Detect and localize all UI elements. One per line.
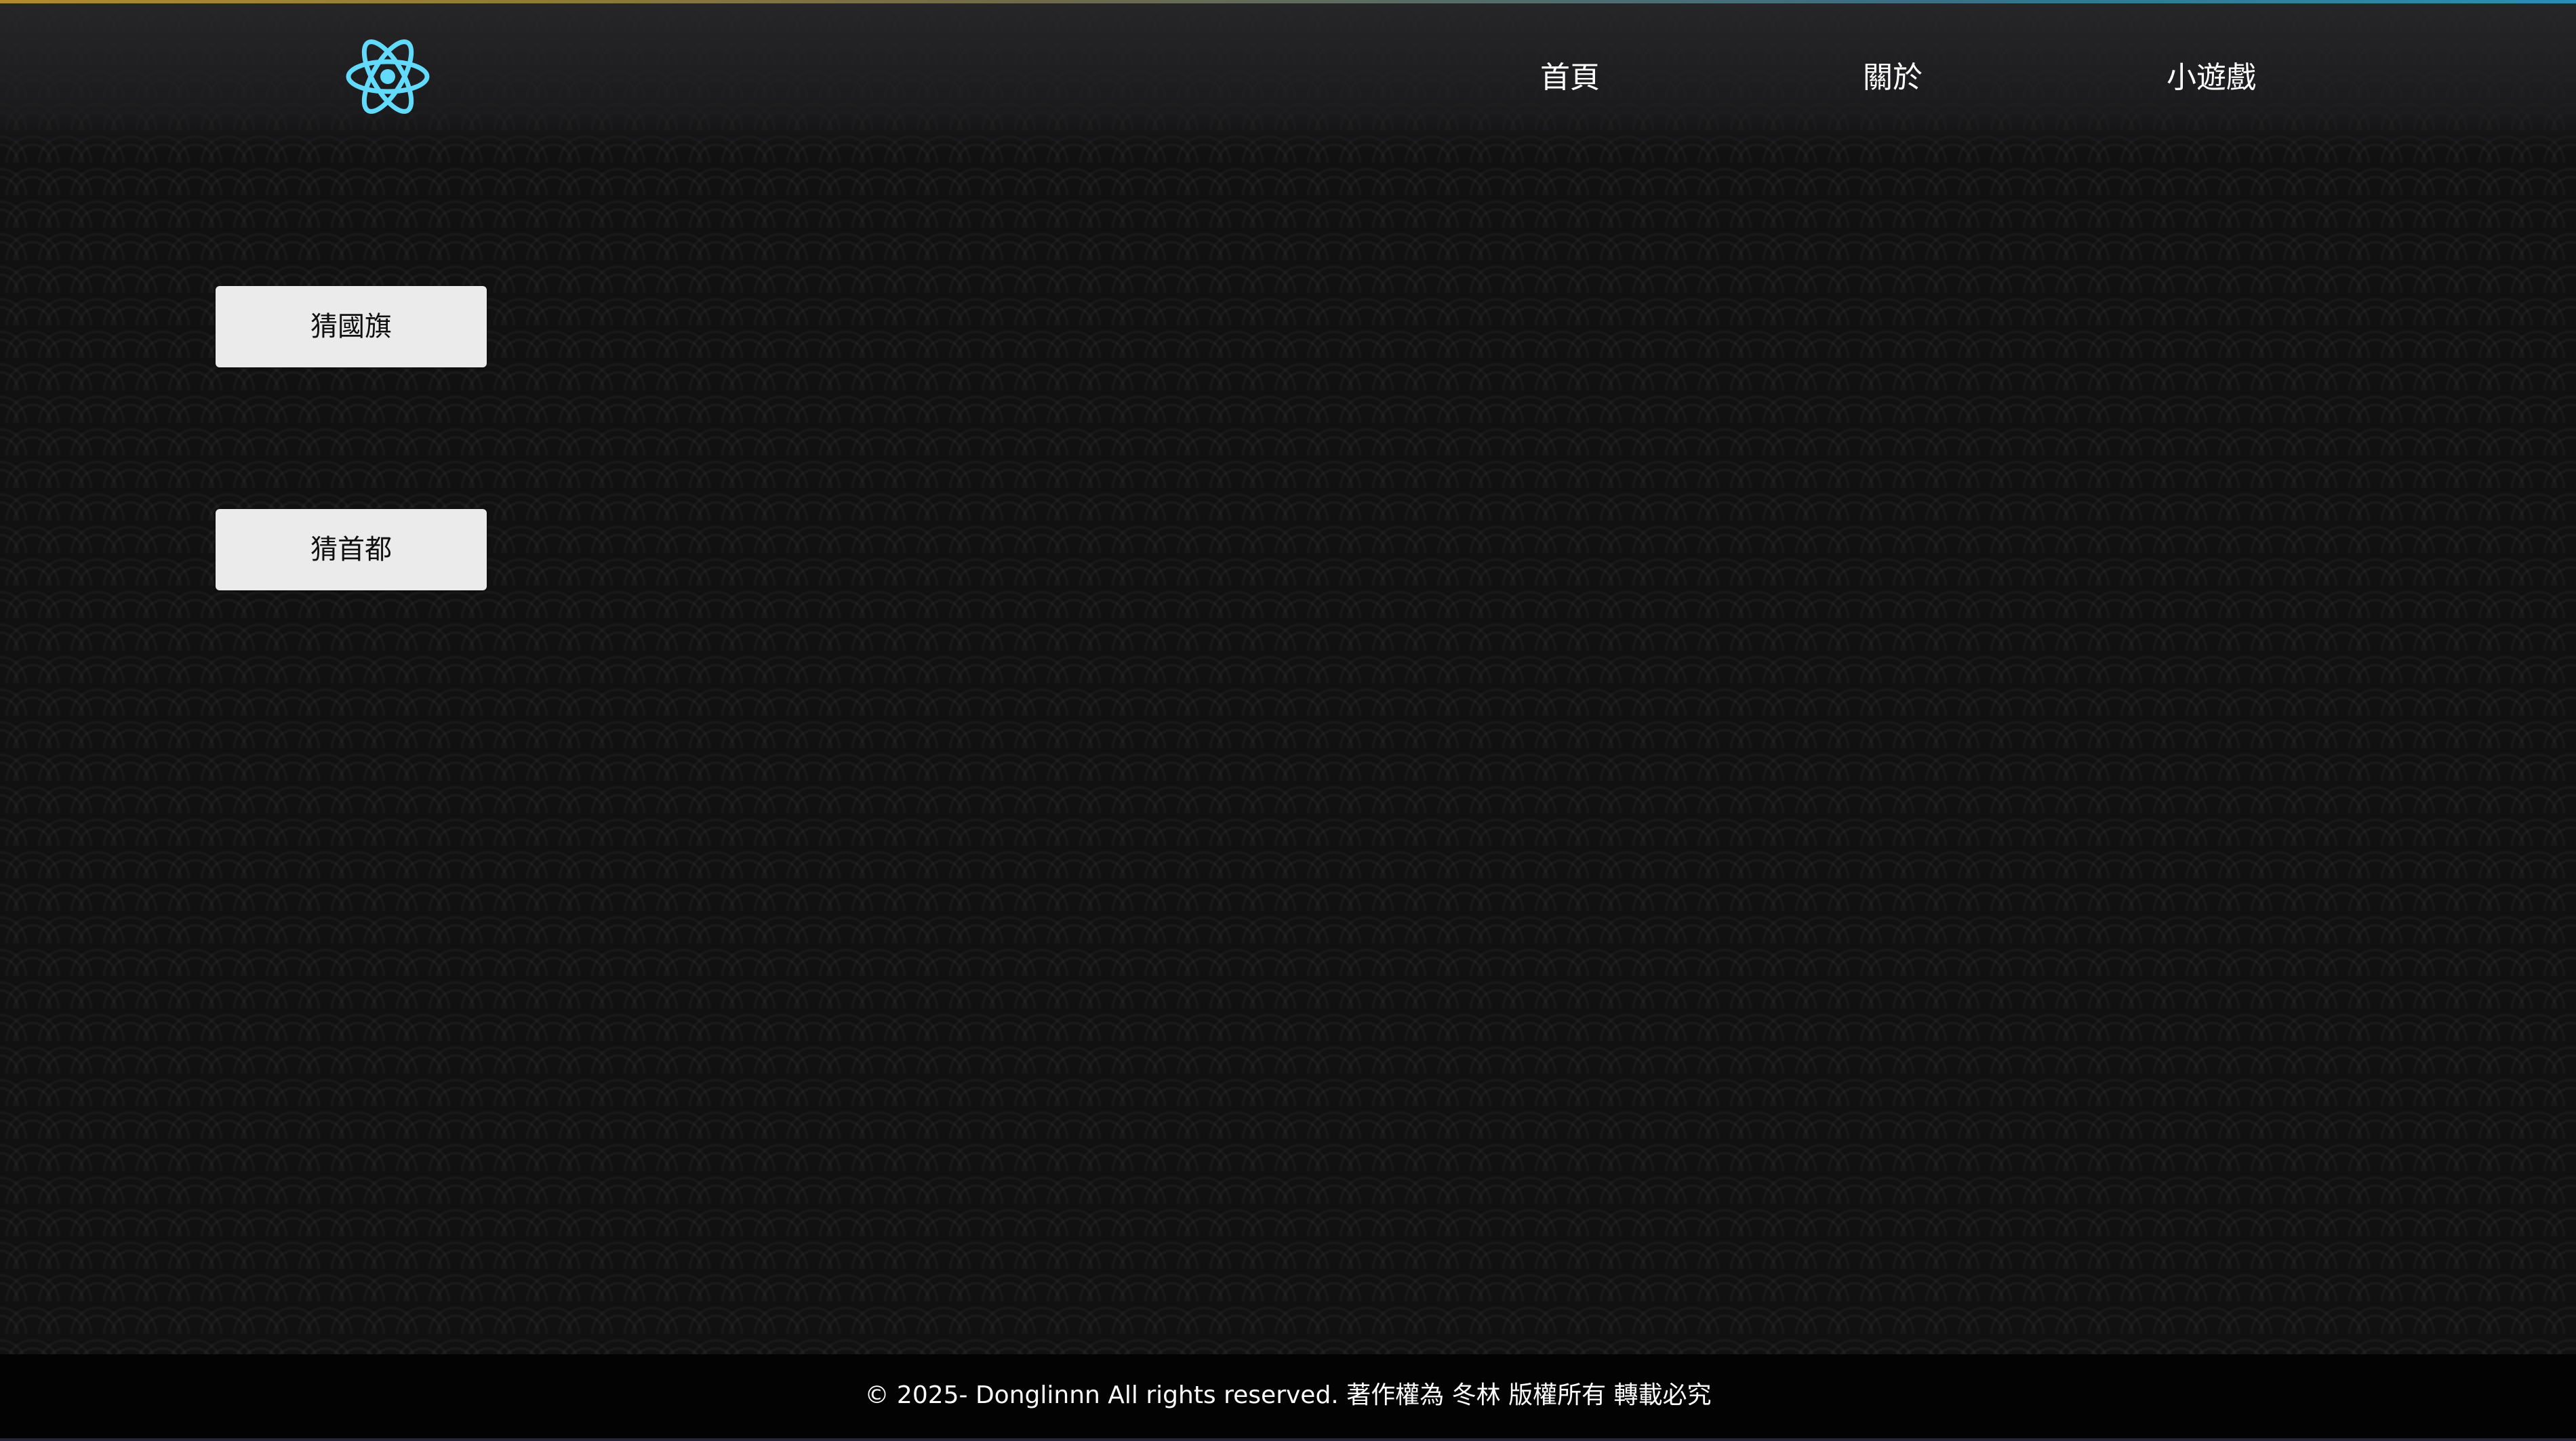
nav-home[interactable]: 首頁	[1540, 58, 1600, 98]
nav-about[interactable]: 關於	[1863, 58, 1923, 98]
copyright-text: © 2025- Donglinnn All rights reserved. 著…	[864, 1381, 1712, 1409]
nav-mini-games[interactable]: 小遊戲	[2167, 58, 2256, 98]
site-header: 首頁 關於 小遊戲	[0, 3, 2576, 153]
guess-capital-button[interactable]: 猜首都	[216, 509, 487, 590]
react-atom-icon[interactable]	[344, 37, 431, 116]
guess-flag-button[interactable]: 猜國旗	[216, 286, 487, 367]
site-footer: © 2025- Donglinnn All rights reserved. 著…	[0, 1354, 2576, 1441]
